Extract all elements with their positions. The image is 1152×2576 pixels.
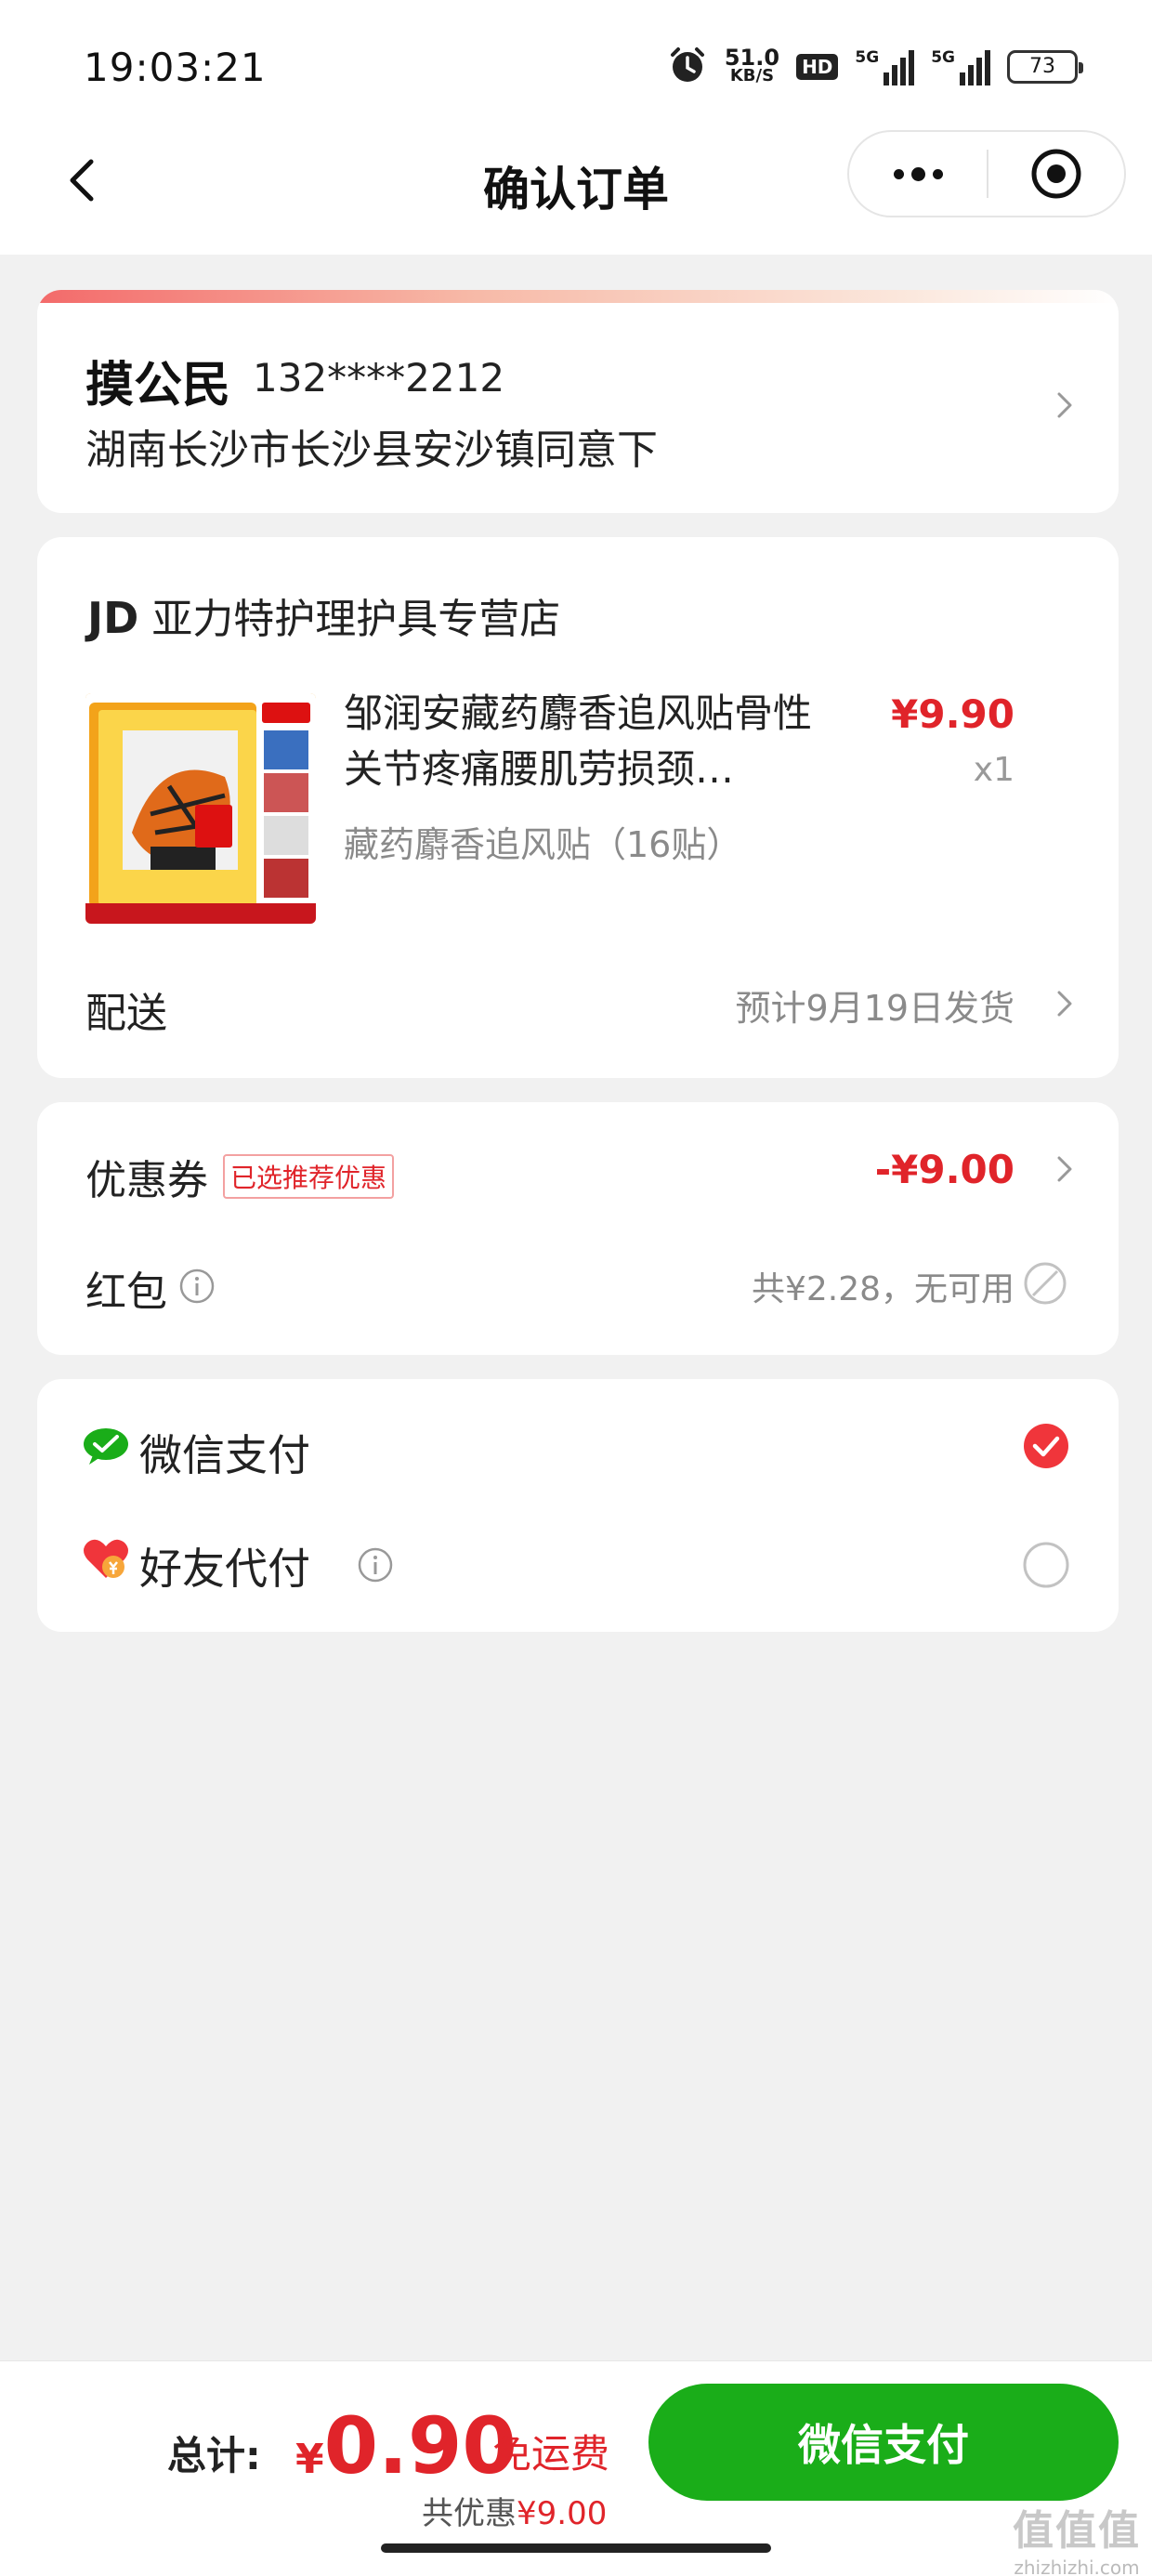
discount-card: 优惠券 已选推荐优惠 -¥9.00 红包 共¥2.28，无可用 [37, 1102, 1119, 1355]
close-miniprogram-button[interactable] [988, 132, 1124, 216]
total-amount-value: 0.90 [323, 2400, 517, 2491]
product-quantity: x1 [973, 751, 1015, 789]
status-time: 19:03:21 [84, 45, 267, 90]
product-image[interactable] [85, 693, 316, 924]
payment-card: 微信支付 好友代付 [37, 1379, 1119, 1632]
signal-1-icon: 5G [855, 48, 915, 85]
net-speed-value: 51.0 [724, 45, 780, 71]
more-dot-icon [932, 168, 943, 179]
coupon-tag: 已选推荐优惠 [223, 1154, 395, 1199]
total-label: 总计: [167, 2433, 261, 2478]
currency-symbol: ¥ [295, 2436, 324, 2483]
net-speed: 51.0 KB/S [724, 45, 780, 85]
radio-checked-icon[interactable] [1022, 1422, 1070, 1470]
radio-unchecked-icon[interactable] [1022, 1541, 1070, 1589]
payment-option-label: 好友代付 [139, 1544, 310, 1594]
store-header[interactable]: JD 亚力特护理护具专营店 [87, 585, 560, 645]
title-bar: 确认订单 [0, 130, 1152, 255]
info-icon[interactable] [357, 1546, 394, 1584]
bottom-bar: 总计: ¥0.90 免运费 共优惠¥9.00 微信支付 值值值 zhizhizh… [0, 2360, 1152, 2576]
wechat-pay-button[interactable]: 微信支付 [648, 2384, 1119, 2501]
signal-2-label: 5G [931, 48, 955, 67]
home-indicator[interactable] [381, 2543, 771, 2553]
recipient-phone: 132****2212 [253, 355, 505, 401]
jd-logo: JD [87, 593, 139, 643]
store-card: JD 亚力特护理护具专营店 邹润安藏药麝香追风贴骨性关节疼痛腰肌劳损颈… 藏药麝香… [37, 537, 1119, 1078]
net-speed-unit: KB/S [729, 66, 775, 85]
alarm-icon [667, 45, 708, 89]
product-price: ¥9.90 [891, 691, 1015, 737]
shipping-label: 配送 [85, 990, 167, 1037]
coupon-value[interactable]: -¥9.00 [875, 1147, 1015, 1192]
signal-2-icon: 5G [931, 48, 990, 85]
watermark: 值值值 zhizhizhi.com [1013, 2497, 1141, 2576]
signal-1-label: 5G [855, 48, 880, 67]
hd-badge: HD [796, 54, 839, 80]
payment-option-friend[interactable]: 好友代付 [37, 1505, 1119, 1632]
total-amount: ¥0.90 [295, 2400, 517, 2491]
more-dot-icon [893, 168, 904, 179]
payment-option-label: 微信支付 [139, 1430, 310, 1480]
product-title[interactable]: 邹润安藏药麝香追风贴骨性关节疼痛腰肌劳损颈… [344, 686, 827, 797]
info-icon[interactable] [178, 1268, 216, 1305]
address-card[interactable]: 摸公民 132****2212 湖南长沙市长沙县安沙镇同意下 [37, 290, 1119, 513]
status-bar: 19:03:21 51.0 KB/S HD 5G 5G 73 [0, 0, 1152, 130]
miniprogram-capsule [847, 130, 1126, 217]
redpacket-value: 共¥2.28，无可用 [751, 1270, 1015, 1308]
saved-amount: ¥9.00 [517, 2495, 608, 2532]
wechat-pay-icon [84, 1428, 128, 1465]
payment-option-wechat[interactable]: 微信支付 [37, 1379, 1119, 1505]
coupon-label: 优惠券 [85, 1157, 208, 1204]
heart-pay-icon [84, 1539, 128, 1578]
chevron-right-icon [1057, 392, 1072, 418]
product-spec: 藏药麝香追风贴（16贴） [344, 824, 742, 865]
shipping-value[interactable]: 预计9月19日发货 [735, 979, 1015, 1031]
free-shipping-label: 免运费 [492, 2431, 610, 2477]
unavailable-icon [1024, 1262, 1067, 1305]
saved-summary: 共优惠¥9.00 [422, 2488, 607, 2533]
status-icons: 51.0 KB/S HD 5G 5G 73 [667, 43, 1083, 91]
target-close-icon [1031, 149, 1081, 199]
recipient-name: 摸公民 [85, 358, 231, 414]
watermark-url: zhizhizhi.com [1014, 2556, 1140, 2576]
address-line: 湖南长沙市长沙县安沙镇同意下 [85, 427, 658, 474]
product-thumbnail-icon [85, 693, 316, 924]
battery-icon: 73 [1007, 50, 1083, 84]
watermark-text: 值值值 [1013, 2507, 1141, 2555]
more-button[interactable] [849, 132, 987, 216]
saved-prefix: 共优惠 [422, 2495, 517, 2532]
chevron-right-icon[interactable] [1046, 1150, 1083, 1188]
more-dot-icon [910, 166, 925, 181]
redpacket-label: 红包 [85, 1268, 167, 1316]
store-name: 亚力特护理护具专营店 [151, 596, 561, 643]
address-stripe [37, 290, 1119, 303]
chevron-right-icon[interactable] [1046, 985, 1083, 1022]
